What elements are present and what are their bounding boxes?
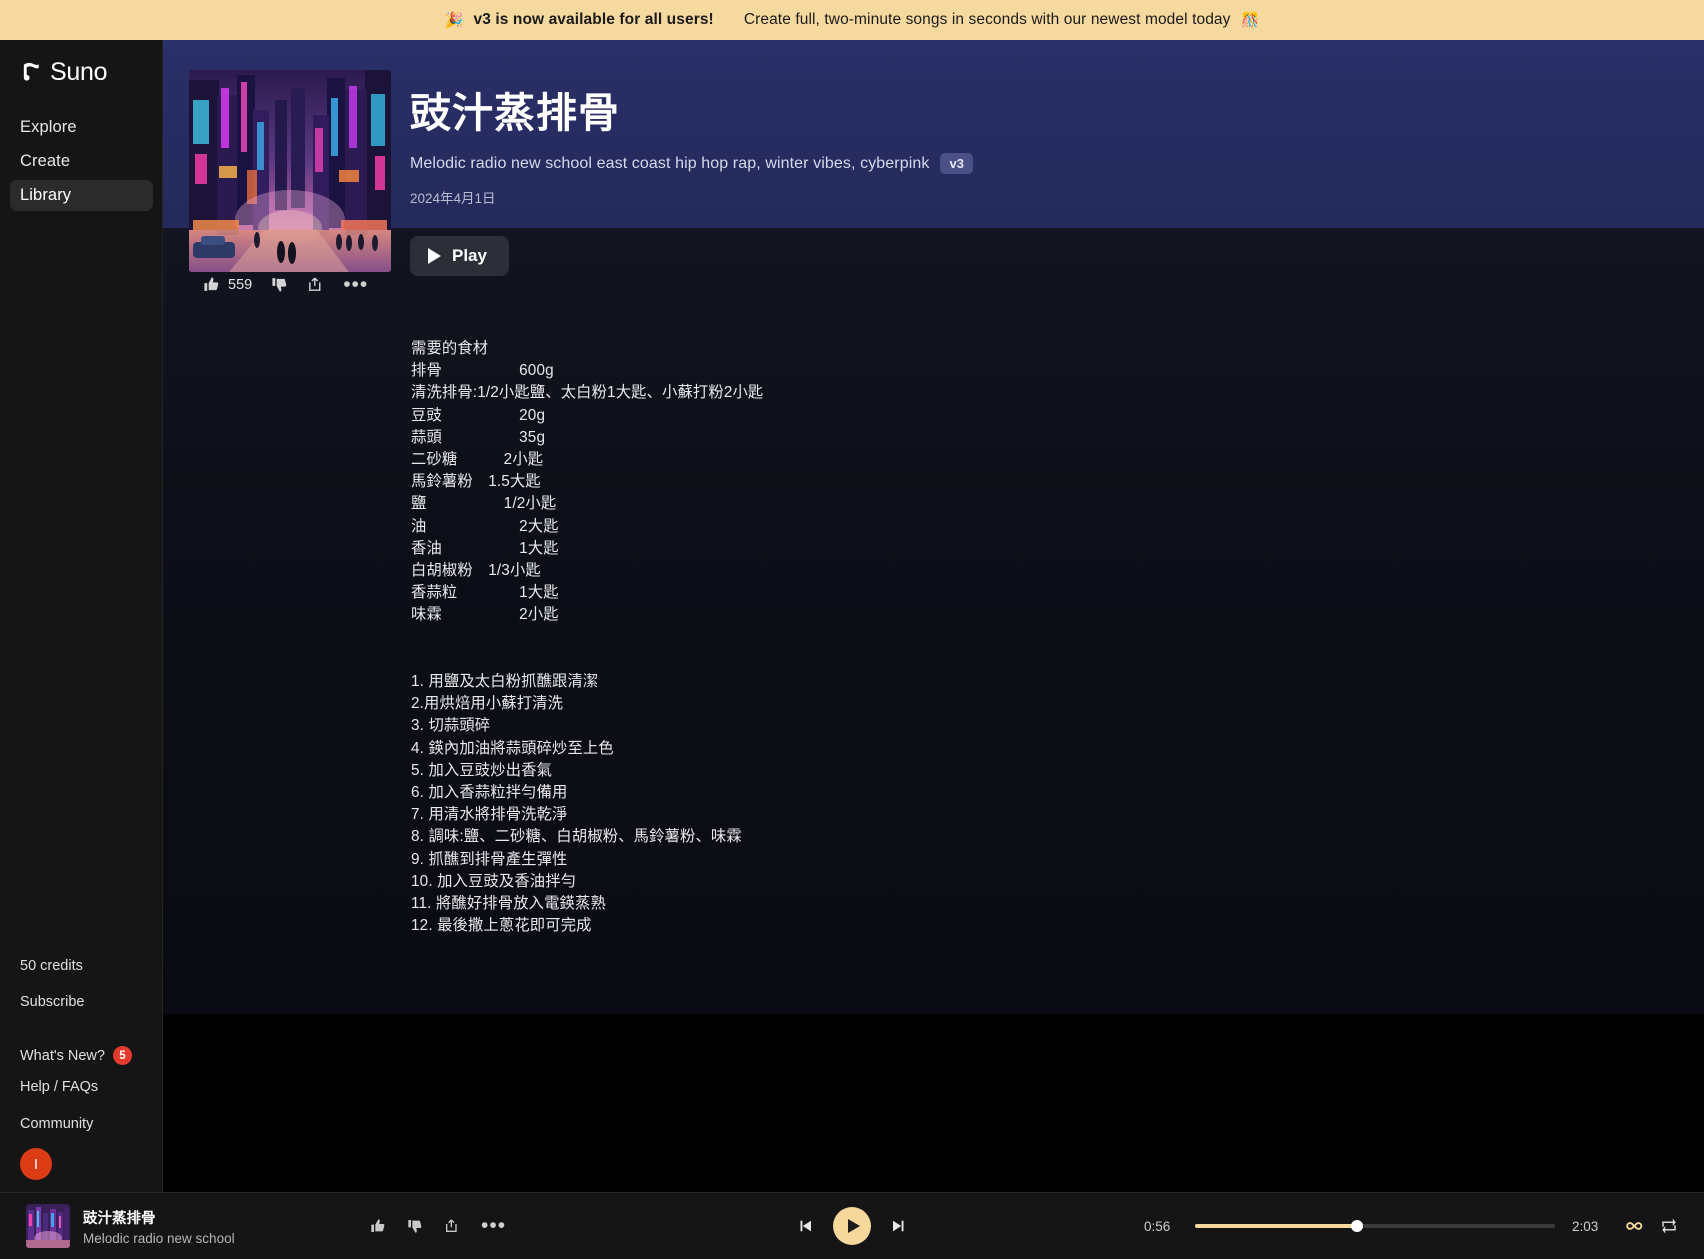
- loop-infinite-button[interactable]: [1623, 1216, 1643, 1236]
- credits-label: 50 credits: [20, 957, 83, 974]
- infinity-icon: [1626, 1222, 1643, 1230]
- player-track-title: 豉汁蒸排骨: [83, 1210, 156, 1227]
- play-pause-button[interactable]: [833, 1207, 871, 1245]
- help-faqs-link[interactable]: Help / FAQs: [0, 1069, 163, 1105]
- model-version-badge: v3: [940, 153, 973, 175]
- album-cover-art[interactable]: [189, 70, 391, 272]
- song-hero-header: 豉汁蒸排骨 Melodic radio new school east coas…: [163, 40, 1704, 228]
- seek-bar-fill: [1195, 1224, 1357, 1228]
- sidebar-nav: Explore Create Library: [0, 112, 163, 214]
- suno-logo[interactable]: Suno: [20, 58, 107, 87]
- current-time: 0:56: [1144, 1218, 1171, 1234]
- player-track-info: 豉汁蒸排骨 Melodic radio new school: [0, 1204, 370, 1248]
- audio-player-bar: 豉汁蒸排骨 Melodic radio new school ••• 0:56 …: [0, 1192, 1704, 1259]
- play-icon: [847, 1219, 860, 1233]
- share-icon: [309, 277, 321, 291]
- sidebar-footer: 50 credits Subscribe What's New? 5 Help …: [0, 948, 163, 1180]
- main-content: Play 559 ••• 需要的食材 排骨 600g 清洗排骨:1/2小匙鹽、太…: [163, 228, 1704, 1014]
- dislike-button[interactable]: [271, 276, 288, 293]
- banner-headline: v3 is now available for all users!: [473, 11, 714, 28]
- skip-previous-icon: [800, 1220, 811, 1232]
- announcement-banner[interactable]: 🎉 v3 is now available for all users! Cre…: [0, 0, 1704, 40]
- banner-subtext-group: Create full, two-minute songs in seconds…: [744, 11, 1259, 29]
- thumbs-down-icon: [408, 1220, 422, 1233]
- sidebar-item-library[interactable]: Library: [10, 180, 153, 211]
- cyberpunk-city-artwork: [189, 70, 391, 272]
- player-progress-group: 0:56 2:03: [1144, 1216, 1678, 1236]
- seek-bar[interactable]: [1195, 1220, 1555, 1232]
- share-button[interactable]: [307, 276, 324, 293]
- community-link[interactable]: Community: [0, 1106, 163, 1142]
- account-group: 50 credits Subscribe: [0, 948, 163, 1021]
- seek-bar-handle[interactable]: [1351, 1220, 1363, 1232]
- player-thumbnail[interactable]: [26, 1204, 70, 1248]
- repeat-button[interactable]: [1660, 1217, 1678, 1235]
- brand-name: Suno: [50, 58, 108, 86]
- whats-new-link[interactable]: What's New? 5: [0, 1042, 163, 1069]
- previous-track-button[interactable]: [790, 1211, 820, 1241]
- sidebar: Suno Explore Create Library 50 credits S…: [0, 40, 163, 1192]
- content-filler-area: [163, 1014, 1704, 1192]
- player-meta: 豉汁蒸排骨 Melodic radio new school: [83, 1207, 235, 1246]
- page-title: 豉汁蒸排骨: [410, 90, 620, 136]
- song-date: 2024年4月1日: [410, 191, 496, 207]
- song-actions-toolbar: 559 •••: [203, 274, 368, 295]
- song-info: 豉汁蒸排骨 Melodic radio new school east coas…: [410, 90, 973, 207]
- song-lyrics: 需要的食材 排骨 600g 清洗排骨:1/2小匙鹽、太白粉1大匙、小蘇打粉2小匙…: [411, 340, 764, 935]
- player-actions: •••: [370, 1215, 506, 1236]
- like-button[interactable]: 559: [203, 276, 252, 293]
- song-style-tags: Melodic radio new school east coast hip …: [410, 154, 930, 172]
- total-time: 2:03: [1572, 1218, 1599, 1234]
- song-style-row: Melodic radio new school east coast hip …: [410, 153, 973, 175]
- play-button[interactable]: Play: [410, 236, 509, 276]
- thumbs-up-icon: [204, 277, 219, 291]
- player-track-artist: Melodic radio new school: [83, 1230, 235, 1246]
- thumbs-up-icon: [371, 1219, 385, 1232]
- play-icon: [428, 248, 441, 264]
- cyberpunk-city-thumbnail: [26, 1204, 70, 1248]
- banner-subtext: Create full, two-minute songs in seconds…: [743, 11, 1231, 28]
- whats-new-label: What's New?: [20, 1047, 105, 1064]
- player-more-options-button[interactable]: •••: [481, 1215, 506, 1236]
- banner-headline-group: 🎉 v3 is now available for all users!: [445, 11, 714, 29]
- music-note-icon: [23, 62, 39, 81]
- whats-new-badge: 5: [112, 1046, 132, 1066]
- skip-next-icon: [893, 1220, 904, 1232]
- user-avatar[interactable]: I: [20, 1148, 52, 1180]
- support-group: What's New? 5 Help / FAQs Community: [0, 1042, 163, 1142]
- subscribe-link[interactable]: Subscribe: [0, 984, 163, 1020]
- play-button-label: Play: [452, 246, 487, 265]
- next-track-button[interactable]: [884, 1211, 914, 1241]
- confetti-icon-right: 🎊: [1240, 12, 1260, 29]
- share-icon: [446, 1219, 457, 1232]
- player-share-button[interactable]: [444, 1218, 460, 1234]
- thumbs-down-icon: [272, 278, 287, 292]
- player-like-button[interactable]: [370, 1218, 386, 1234]
- sidebar-item-explore[interactable]: Explore: [10, 112, 153, 143]
- sidebar-item-create[interactable]: Create: [10, 146, 153, 177]
- player-dislike-button[interactable]: [407, 1218, 423, 1234]
- player-transport-controls: [790, 1207, 914, 1245]
- confetti-icon: 🎉: [444, 12, 464, 29]
- like-count: 559: [228, 276, 253, 293]
- repeat-icon: [1662, 1218, 1676, 1234]
- suno-song-page: 🎉 v3 is now available for all users! Cre…: [0, 0, 1704, 1259]
- more-options-button[interactable]: •••: [343, 274, 368, 295]
